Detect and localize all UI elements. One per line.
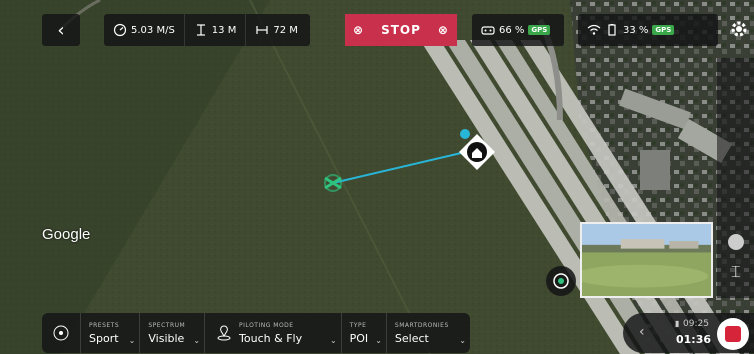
satellite-map[interactable] xyxy=(0,0,754,354)
chevron-down-icon: ⌄ xyxy=(193,336,201,345)
presets-icon-cell[interactable] xyxy=(42,313,81,353)
telemetry-bar: 5.03 M/S 13 M 72 M xyxy=(104,14,310,46)
drone-status[interactable]: 33 % GPS xyxy=(578,14,718,46)
wifi-icon xyxy=(587,23,601,37)
back-button[interactable]: ‹ xyxy=(42,14,80,46)
drone-battery-icon xyxy=(605,23,619,37)
altitude-icon xyxy=(194,23,208,37)
gps-badge: GPS xyxy=(528,25,551,35)
controller-icon xyxy=(481,23,495,37)
camera-preview[interactable] xyxy=(580,222,713,298)
location-pin-icon xyxy=(215,324,233,342)
chevron-down-icon: ⌄ xyxy=(128,336,136,345)
spectrum-selector[interactable]: SPECTRUM Visible ⌄ xyxy=(140,313,206,353)
sd-card-icon: ▮ xyxy=(675,319,680,328)
speed-readout: 5.03 M/S xyxy=(104,14,185,46)
chevron-left-icon[interactable]: ‹ xyxy=(639,324,645,340)
chevron-down-icon: ⌄ xyxy=(459,336,466,345)
chevron-down-icon: ⌄ xyxy=(375,336,382,345)
stop-button[interactable]: ⊗ STOP ⊗ xyxy=(345,14,457,46)
altitude-slider-knob[interactable] xyxy=(728,234,744,250)
locate-button[interactable] xyxy=(546,266,576,296)
chevron-down-icon: ⌄ xyxy=(329,336,337,345)
distance-readout: 72 M xyxy=(246,14,307,46)
flight-screen: ‹ 5.03 M/S 13 M 72 M ⊗ STOP ⊗ 66 % GPS 3… xyxy=(0,0,754,354)
piloting-mode-selector[interactable]: PILOTING MODE Touch & Fly ⌄ xyxy=(205,313,342,353)
mode-bar: PRESETS Sport ⌄ SPECTRUM Visible ⌄ PILOT… xyxy=(42,313,470,353)
record-button[interactable] xyxy=(717,318,749,350)
altitude-rail[interactable]: ⌶ xyxy=(717,58,754,298)
altitude-ruler-icon: ⌶ xyxy=(731,262,741,281)
settings-gear-icon[interactable] xyxy=(728,18,750,40)
map-attribution: Google xyxy=(42,226,91,243)
type-selector[interactable]: TYPE POI ⌄ xyxy=(342,313,387,353)
target-icon xyxy=(52,324,70,342)
smartdronies-selector[interactable]: SMARTDRONIES Select ⌄ xyxy=(387,313,470,353)
clock-time: 09:25 xyxy=(683,319,709,329)
speedometer-icon xyxy=(113,23,127,37)
controller-status[interactable]: 66 % GPS xyxy=(472,14,564,46)
altitude-readout: 13 M xyxy=(185,14,247,46)
presets-selector[interactable]: PRESETS Sport ⌄ xyxy=(81,313,141,353)
distance-icon xyxy=(255,23,269,37)
record-duration: 01:36 xyxy=(676,333,712,346)
gps-badge: GPS xyxy=(652,25,675,35)
cancel-circle-icon: ⊗ xyxy=(437,23,449,37)
chevron-left-icon: ‹ xyxy=(57,19,65,41)
cancel-circle-icon: ⊗ xyxy=(353,23,365,37)
